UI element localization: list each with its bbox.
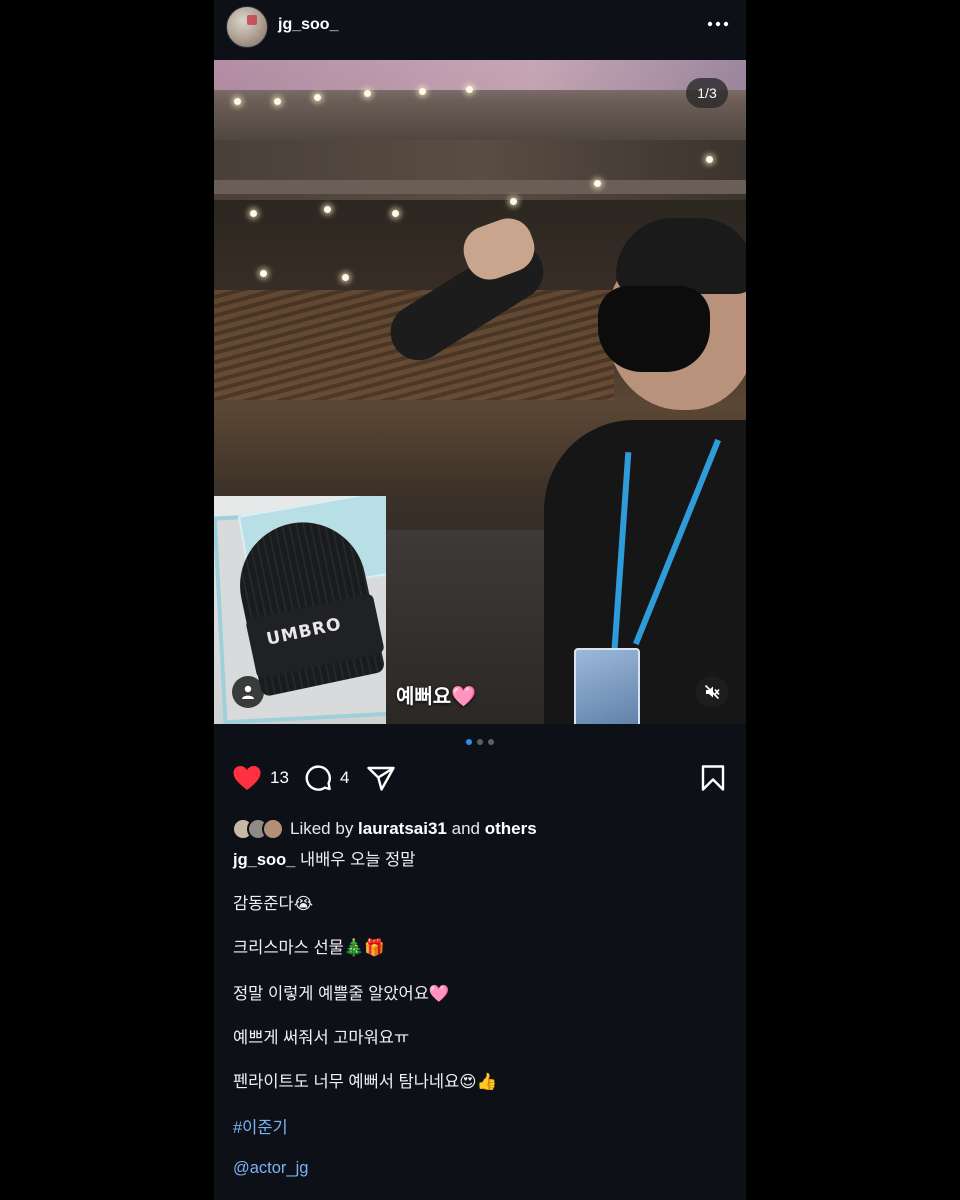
ceiling-light bbox=[274, 98, 281, 105]
caption-line: 크리스마스 선물🎄🎁 bbox=[233, 939, 385, 957]
person-mask bbox=[598, 286, 710, 372]
ceiling-light bbox=[250, 210, 257, 217]
person-beanie bbox=[616, 218, 746, 294]
caption-mention[interactable]: @actor_jg bbox=[233, 1159, 308, 1178]
user-icon bbox=[242, 685, 254, 699]
send-icon bbox=[367, 766, 395, 791]
caption-text: 내배우 오늘 정말 bbox=[295, 851, 416, 869]
more-options-icon[interactable] bbox=[706, 10, 730, 38]
comment-count: 4 bbox=[340, 768, 350, 787]
ceiling-light bbox=[392, 210, 399, 217]
id-badge bbox=[574, 648, 640, 724]
carousel-dot bbox=[477, 739, 483, 745]
liked-by-prefix: Liked by bbox=[290, 819, 359, 838]
sticker-heart: 🩷 bbox=[451, 686, 477, 708]
ceiling-light bbox=[314, 94, 321, 101]
share-button[interactable] bbox=[366, 758, 396, 798]
ceiling-light bbox=[234, 98, 241, 105]
speaker-muted-icon bbox=[704, 684, 720, 700]
ceiling-light bbox=[706, 156, 713, 163]
liker-avatar bbox=[262, 818, 284, 840]
liked-by-row[interactable]: Liked by lauratsai31 and others bbox=[232, 817, 537, 841]
ceiling-light bbox=[510, 198, 517, 205]
caption-hashtag[interactable]: #이준기 bbox=[233, 1114, 288, 1138]
ceiling-light bbox=[324, 206, 331, 213]
venue-balcony-rail bbox=[214, 180, 746, 194]
liked-by-text: Liked by lauratsai31 and others bbox=[290, 819, 537, 839]
caption-line: 감동준다😭 bbox=[233, 895, 313, 913]
like-button[interactable]: 13 bbox=[232, 758, 289, 798]
post-header: jg_soo_ bbox=[214, 0, 746, 58]
ceiling-light bbox=[342, 274, 349, 281]
like-count: 13 bbox=[270, 768, 289, 787]
carousel-dot bbox=[488, 739, 494, 745]
comment-button[interactable]: 4 bbox=[304, 758, 349, 798]
bookmark-icon bbox=[701, 765, 725, 791]
liked-by-middle: and bbox=[446, 819, 485, 838]
venue-ceiling bbox=[214, 60, 746, 90]
post-actions: 13 4 bbox=[214, 758, 746, 798]
post-container: jg_soo_ 1/3 UMBRO 예뻐요🩷 13 4 Liked by lau… bbox=[214, 0, 746, 1200]
save-button[interactable] bbox=[700, 758, 726, 798]
liked-by-user[interactable]: lauratsai31 bbox=[358, 819, 447, 838]
caption-username[interactable]: jg_soo_ bbox=[233, 851, 295, 869]
ceiling-light bbox=[594, 180, 601, 187]
avatar[interactable] bbox=[226, 6, 268, 48]
comment-icon bbox=[305, 765, 331, 791]
ceiling-light bbox=[260, 270, 267, 277]
post-username[interactable]: jg_soo_ bbox=[278, 16, 338, 34]
ceiling-light bbox=[364, 90, 371, 97]
carousel-dots bbox=[214, 739, 746, 747]
caption-line: 펜라이트도 너무 예뻐서 탐나네요😍👍 bbox=[233, 1073, 498, 1091]
ceiling-light bbox=[466, 86, 473, 93]
post-media[interactable]: 1/3 UMBRO 예뻐요🩷 bbox=[214, 60, 746, 724]
caption-first-line: jg_soo_ 내배우 오늘 정말 bbox=[233, 846, 415, 870]
caption-line: 예쁘게 써줘서 고마워요ㅠ bbox=[233, 1029, 410, 1047]
caption-line: 정말 이렇게 예쁠줄 알았어요🩷 bbox=[233, 985, 450, 1003]
photo-sticker-text: 예뻐요🩷 bbox=[396, 680, 476, 709]
sticker-label: 예뻐요 bbox=[396, 686, 452, 708]
mute-button[interactable] bbox=[696, 676, 728, 708]
ceiling-light bbox=[419, 88, 426, 95]
page-indicator: 1/3 bbox=[686, 78, 728, 108]
carousel-dot-active bbox=[466, 739, 472, 745]
liked-by-others[interactable]: others bbox=[485, 819, 537, 838]
tagged-users-button[interactable] bbox=[232, 676, 264, 708]
heart-filled-icon bbox=[233, 766, 261, 790]
